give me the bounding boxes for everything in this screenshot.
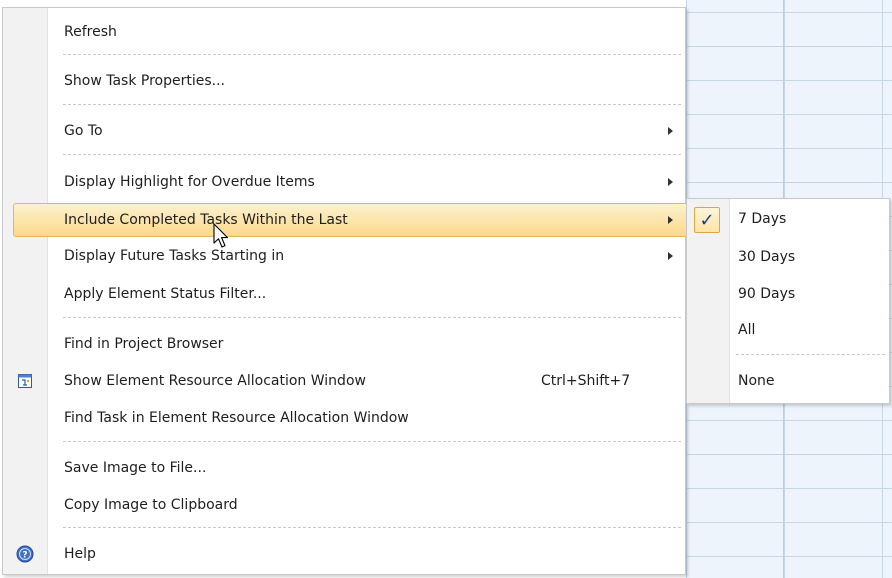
menu-item-label: Go To <box>64 123 103 139</box>
menu-item-label: Refresh <box>64 24 117 40</box>
submenu-item-none[interactable]: None <box>687 363 889 399</box>
menu-item-display-highlight-overdue[interactable]: Display Highlight for Overdue Items <box>3 165 685 199</box>
menu-item-label: Show Element Resource Allocation Window <box>64 373 366 389</box>
menu-separator <box>63 441 681 442</box>
menu-item-shortcut: Ctrl+Shift+7 <box>541 373 631 389</box>
checkmark-icon: ✓ <box>694 207 720 233</box>
context-menu: Refresh Show Task Properties... Go To Di… <box>2 7 689 575</box>
include-completed-submenu: ✓ 7 Days 30 Days 90 Days All None <box>686 198 890 404</box>
submenu-item-all[interactable]: All <box>687 312 889 348</box>
menu-item-show-element-resource-allocation[interactable]: Show Element Resource Allocation Window … <box>3 364 685 398</box>
svg-text:?: ? <box>22 551 27 561</box>
submenu-item-label: All <box>738 322 756 338</box>
submenu-separator <box>736 354 885 355</box>
submenu-arrow-icon <box>668 178 673 186</box>
menu-item-find-task-resource-allocation[interactable]: Find Task in Element Resource Allocation… <box>3 401 685 435</box>
menu-item-label: Show Task Properties... <box>64 73 225 89</box>
menu-item-label: Display Future Tasks Starting in <box>64 248 285 264</box>
submenu-arrow-icon <box>668 216 673 224</box>
menu-item-label: Save Image to File... <box>64 460 207 476</box>
submenu-arrow-icon <box>668 252 673 260</box>
menu-separator <box>63 317 681 318</box>
menu-item-copy-image[interactable]: Copy Image to Clipboard <box>3 488 685 522</box>
menu-item-label: Apply Element Status Filter... <box>64 286 267 302</box>
menu-item-go-to[interactable]: Go To <box>3 114 685 148</box>
menu-item-show-task-properties[interactable]: Show Task Properties... <box>3 64 685 98</box>
menu-item-refresh[interactable]: Refresh <box>3 15 685 49</box>
menu-separator <box>63 54 681 55</box>
resource-window-icon <box>15 371 35 391</box>
menu-item-include-completed-tasks[interactable]: Include Completed Tasks Within the Last <box>13 203 689 237</box>
menu-item-display-future-tasks[interactable]: Display Future Tasks Starting in <box>3 239 685 273</box>
submenu-item-7-days[interactable]: ✓ 7 Days <box>687 201 889 237</box>
submenu-item-label: 7 Days <box>738 211 787 227</box>
menu-item-label: Copy Image to Clipboard <box>64 497 238 513</box>
menu-item-save-image[interactable]: Save Image to File... <box>3 451 685 485</box>
menu-item-label: Help <box>64 546 96 562</box>
menu-item-find-in-project-browser[interactable]: Find in Project Browser <box>3 327 685 361</box>
menu-item-label: Include Completed Tasks Within the Last <box>64 212 348 228</box>
menu-separator <box>63 104 681 105</box>
menu-item-label: Display Highlight for Overdue Items <box>64 174 315 190</box>
submenu-item-label: 90 Days <box>738 286 796 302</box>
submenu-item-label: 30 Days <box>738 249 796 265</box>
menu-separator <box>63 527 681 528</box>
menu-separator <box>63 154 681 155</box>
mouse-pointer-icon <box>212 223 232 255</box>
submenu-item-30-days[interactable]: 30 Days <box>687 239 889 275</box>
menu-item-help[interactable]: ? Help <box>3 537 685 571</box>
menu-item-label: Find Task in Element Resource Allocation… <box>64 410 409 426</box>
help-icon: ? <box>15 544 35 564</box>
menu-item-apply-element-status-filter[interactable]: Apply Element Status Filter... <box>3 277 685 311</box>
submenu-item-label: None <box>738 373 775 389</box>
menu-item-label: Find in Project Browser <box>64 336 224 352</box>
submenu-item-90-days[interactable]: 90 Days <box>687 276 889 312</box>
submenu-arrow-icon <box>668 127 673 135</box>
